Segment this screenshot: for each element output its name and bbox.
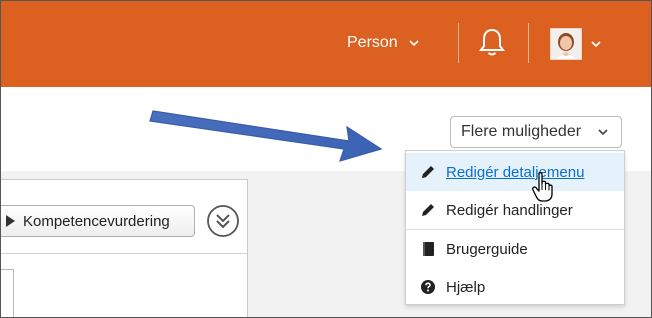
chevron-down-icon — [598, 129, 608, 136]
more-options-dropdown: Redigér detaljemenu Redigér handlinger B… — [405, 150, 625, 305]
hand-pointer-icon — [532, 172, 553, 202]
more-options-button[interactable]: Flere muligheder — [450, 116, 622, 148]
header-divider — [528, 23, 529, 63]
person-menu[interactable]: Person — [347, 32, 420, 54]
pencil-icon — [422, 166, 434, 178]
avatar — [550, 28, 582, 60]
menu-item-label: Redigér handlinger — [446, 201, 573, 219]
menu-item-edit-actions[interactable]: Redigér handlinger — [406, 191, 624, 229]
person-menu-label: Person — [347, 34, 398, 51]
competence-assessment-button[interactable]: Kompetencevurdering — [1, 205, 195, 237]
menu-item-help[interactable]: Hjælp — [406, 268, 624, 306]
user-avatar-menu[interactable] — [550, 28, 602, 60]
menu-item-user-guide[interactable]: Brugerguide — [406, 230, 624, 268]
chevron-down-icon — [409, 40, 419, 47]
double-chevron-down-icon[interactable] — [206, 204, 240, 238]
top-header-bar: Person — [1, 1, 651, 87]
user-avatar-icon — [551, 29, 581, 59]
menu-item-edit-detail-menu[interactable]: Redigér detaljemenu — [406, 153, 624, 191]
bell-icon[interactable] — [475, 25, 509, 59]
pencil-icon — [422, 204, 434, 216]
menu-item-label: Brugerguide — [446, 240, 528, 258]
chevron-down-icon — [591, 41, 601, 48]
panel-divider — [1, 253, 247, 254]
menu-item-label: Redigér detaljemenu — [446, 163, 585, 181]
book-icon — [423, 242, 434, 256]
menu-item-label: Hjælp — [446, 278, 486, 296]
help-circle-icon — [421, 280, 435, 294]
content-box — [1, 269, 14, 317]
content-panel — [1, 179, 248, 317]
competence-assessment-label: Kompetencevurdering — [23, 212, 170, 230]
annotation-arrow — [149, 110, 383, 162]
header-divider — [458, 23, 459, 63]
play-icon — [6, 215, 15, 227]
more-options-label: Flere muligheder — [461, 123, 582, 140]
app-window: Person Kompetencevurdering Flere mulighe… — [0, 0, 652, 318]
